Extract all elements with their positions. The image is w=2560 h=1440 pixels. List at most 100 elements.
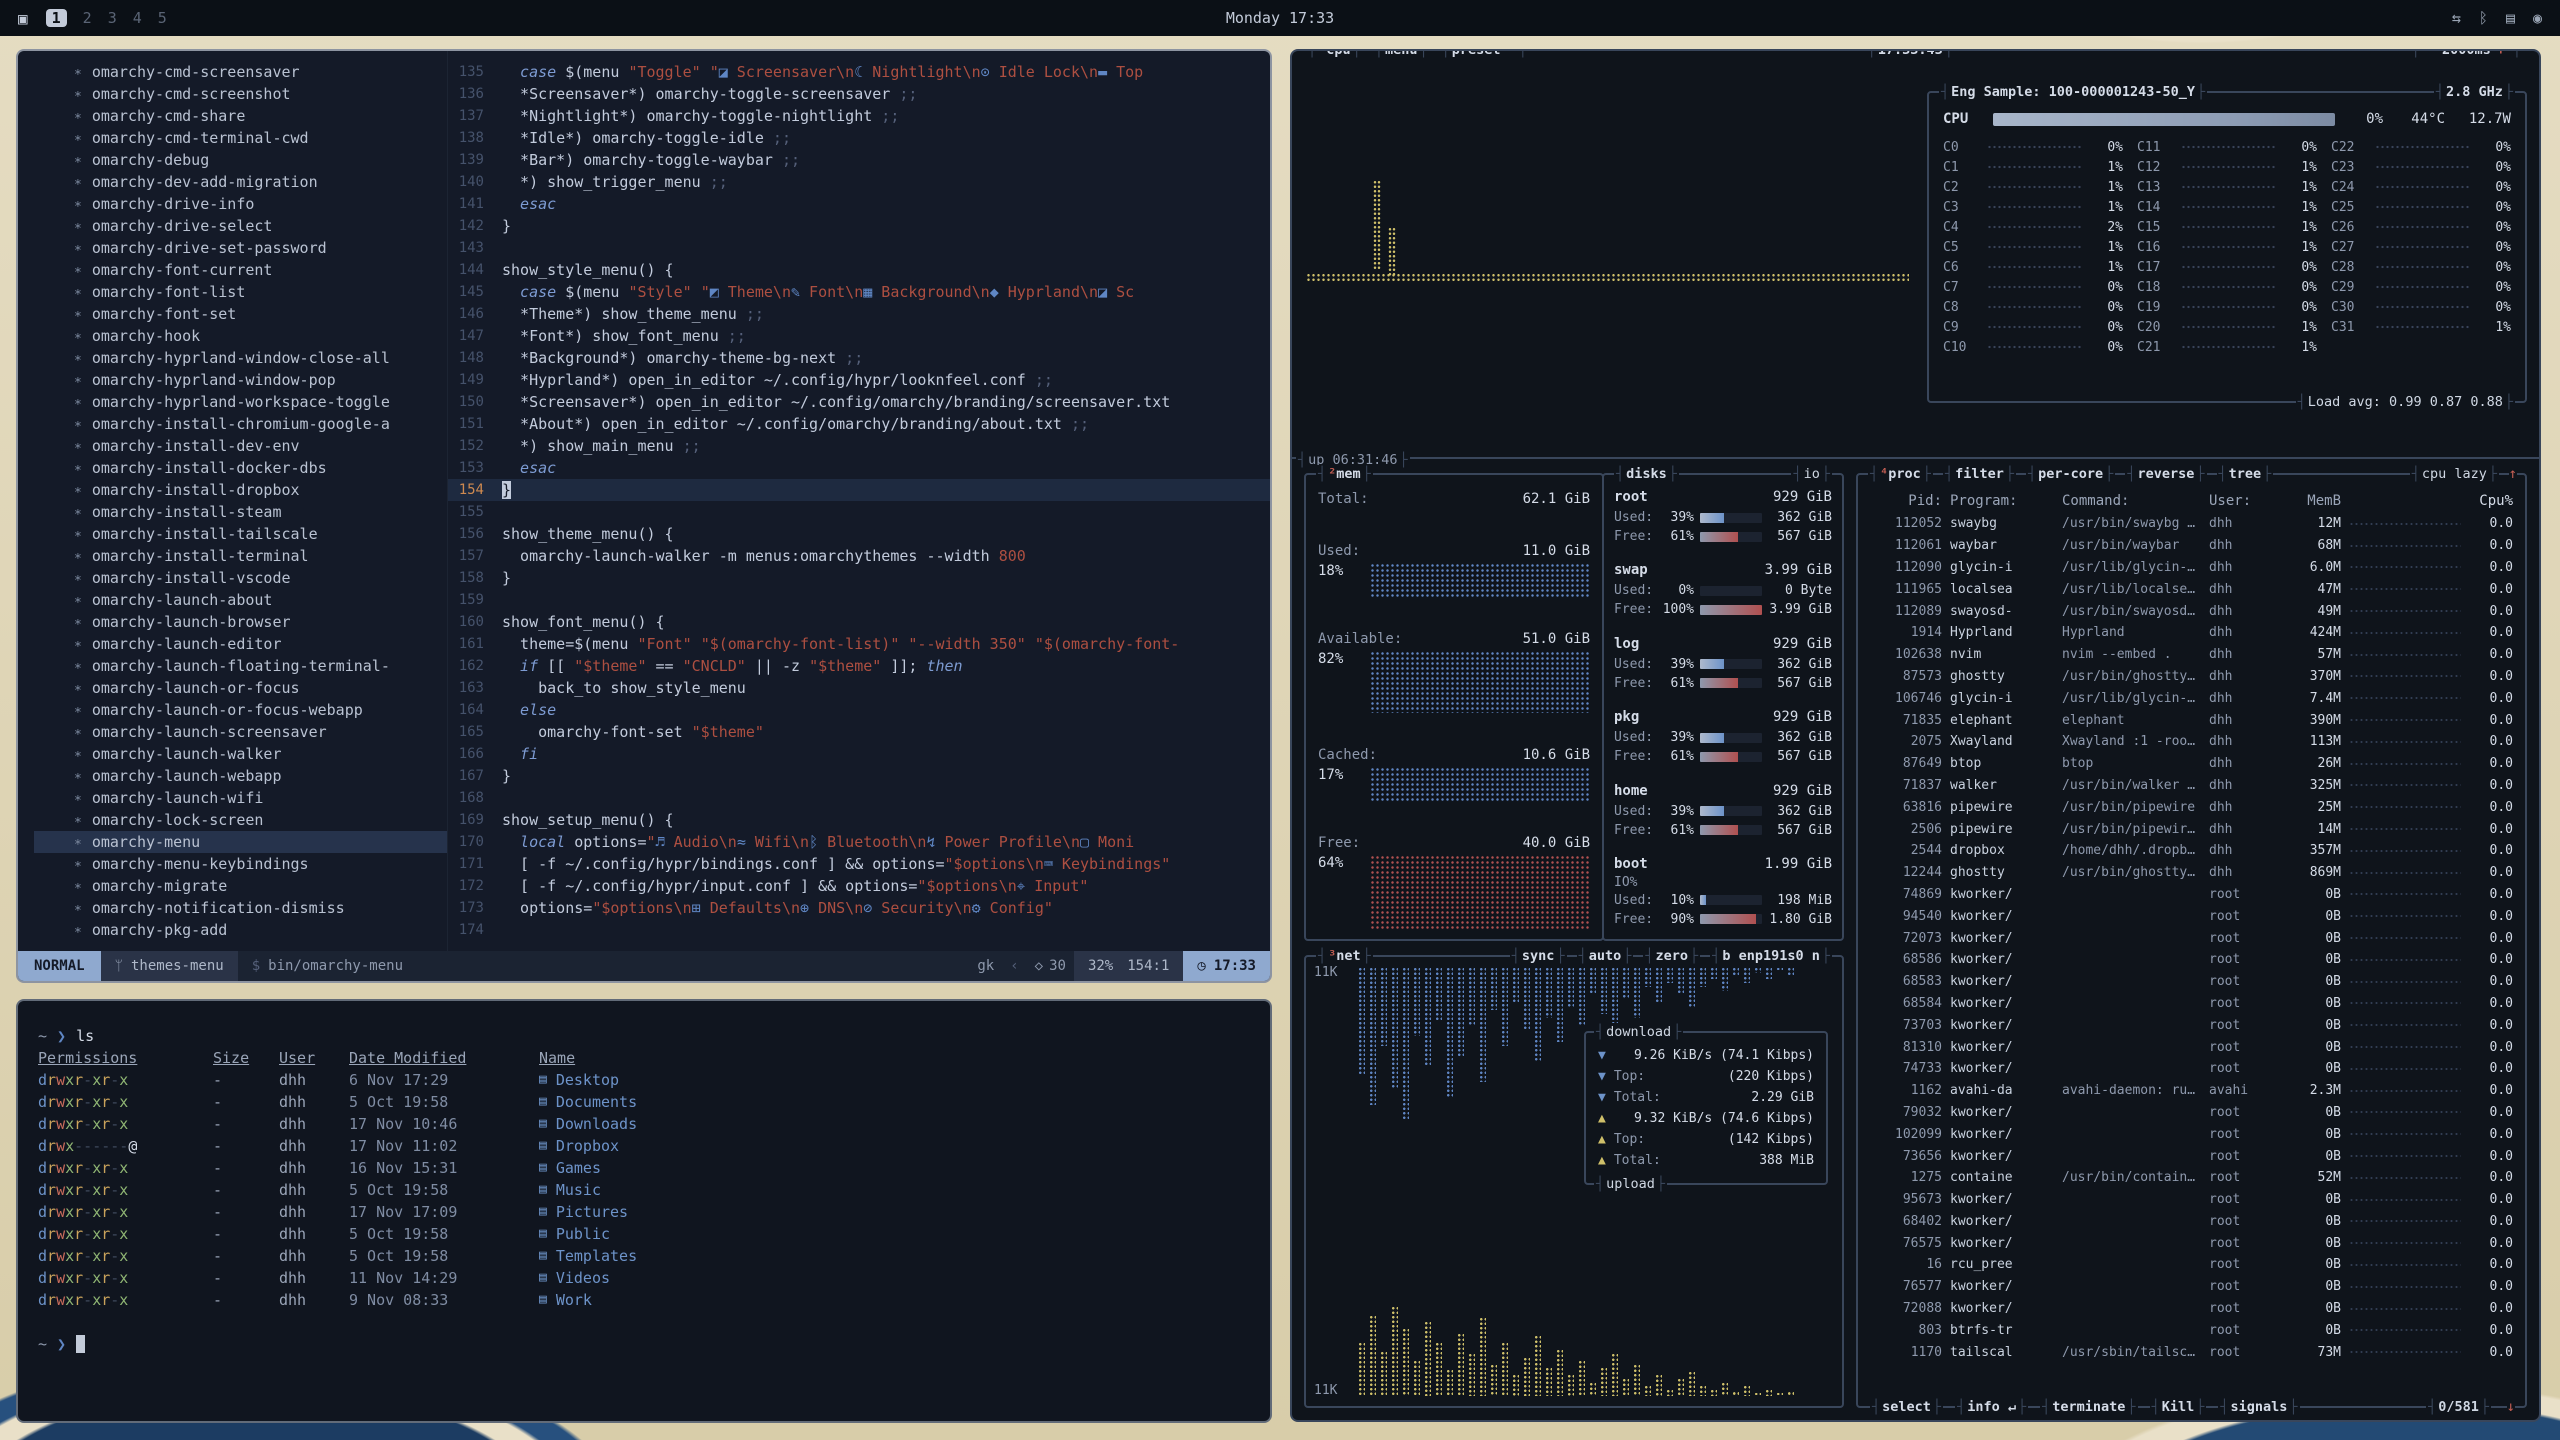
workspace-3[interactable]: 3 xyxy=(108,9,117,27)
net-button-zero[interactable]: zero xyxy=(1643,947,1700,965)
code-line[interactable]: 171 [ -f ~/.config/hypr/bindings.conf ] … xyxy=(448,853,1270,875)
file-item[interactable]: ∗omarchy-font-set xyxy=(74,303,447,325)
workspace-4[interactable]: 4 xyxy=(133,9,142,27)
launcher-icon[interactable]: ▣ xyxy=(18,9,28,28)
network-icon[interactable]: ▤ xyxy=(2506,9,2515,27)
code-line[interactable]: 152 *) show_main_menu ;; xyxy=(448,435,1270,457)
proc-row[interactable]: 76577kworker/root0B0.0 xyxy=(1858,1276,2525,1298)
proc-row[interactable]: 112061waybar/usr/bin/waybardhh68M0.0 xyxy=(1858,535,2525,557)
proc-button-filter[interactable]: filter xyxy=(1943,465,2016,483)
proc-footer-signals[interactable]: signals xyxy=(2218,1398,2299,1416)
proc-row[interactable]: 106746glycin-i/usr/lib/glycin-loadersdhh… xyxy=(1858,687,2525,709)
file-item[interactable]: ∗omarchy-migrate xyxy=(74,875,447,897)
file-item[interactable]: ∗omarchy-font-current xyxy=(74,259,447,281)
file-item[interactable]: ∗omarchy-drive-set-password xyxy=(74,237,447,259)
code-line[interactable]: 139 *Bar*) omarchy-toggle-waybar ;; xyxy=(448,149,1270,171)
proc-row[interactable]: 2544dropbox/home/dhh/.dropbox-distdhh357… xyxy=(1858,840,2525,862)
code-line[interactable]: 142} xyxy=(448,215,1270,237)
file-item[interactable]: ∗omarchy-pkg-add xyxy=(74,919,447,941)
proc-row[interactable]: 72073kworker/root0B0.0 xyxy=(1858,927,2525,949)
file-item[interactable]: ∗omarchy-install-tailscale xyxy=(74,523,447,545)
file-item[interactable]: ∗omarchy-cmd-screenshot xyxy=(74,83,447,105)
screencast-icon[interactable]: ⇆ xyxy=(2452,9,2461,27)
proc-row[interactable]: 73703kworker/root0B0.0 xyxy=(1858,1014,2525,1036)
proc-sort-mode[interactable]: cpu lazy xyxy=(2410,465,2499,483)
code-line[interactable]: 155 xyxy=(448,501,1270,523)
proc-footer-info[interactable]: info ↵ xyxy=(1955,1398,2028,1416)
proc-row[interactable]: 94540kworker/root0B0.0 xyxy=(1858,905,2525,927)
file-item[interactable]: ∗omarchy-install-dropbox xyxy=(74,479,447,501)
proc-row[interactable]: 74869kworker/root0B0.0 xyxy=(1858,884,2525,906)
proc-row[interactable]: 76575kworker/root0B0.0 xyxy=(1858,1232,2525,1254)
file-item[interactable]: ∗omarchy-launch-browser xyxy=(74,611,447,633)
file-item[interactable]: ∗omarchy-install-steam xyxy=(74,501,447,523)
workspace-5[interactable]: 5 xyxy=(158,9,167,27)
code-line[interactable]: 137 *Nightlight*) omarchy-toggle-nightli… xyxy=(448,105,1270,127)
code-line[interactable]: 170 local options="♬ Audio\n≈ Wifi\nᛒ Bl… xyxy=(448,831,1270,853)
code-line[interactable]: 148 *Background*) omarchy-theme-bg-next … xyxy=(448,347,1270,369)
proc-row[interactable]: 71837walker/usr/bin/walker --gappldhh325… xyxy=(1858,775,2525,797)
proc-row[interactable]: 102099kworker/root0B0.0 xyxy=(1858,1123,2525,1145)
code-line[interactable]: 172 [ -f ~/.config/hypr/input.conf ] && … xyxy=(448,875,1270,897)
proc-row[interactable]: 16rcu_preeroot0B0.0 xyxy=(1858,1254,2525,1276)
file-item[interactable]: ∗omarchy-hyprland-window-close-all xyxy=(74,347,447,369)
proc-row[interactable]: 68586kworker/root0B0.0 xyxy=(1858,949,2525,971)
proc-row[interactable]: 87649btopbtopdhh26M0.0 xyxy=(1858,753,2525,775)
proc-row[interactable]: 2506pipewire/usr/bin/pipewire-pulsedhh14… xyxy=(1858,818,2525,840)
proc-row[interactable]: 68402kworker/root0B0.0 xyxy=(1858,1211,2525,1233)
proc-row[interactable]: 71835elephantelephantdhh390M0.0 xyxy=(1858,709,2525,731)
file-item[interactable]: ∗omarchy-debug xyxy=(74,149,447,171)
code-line[interactable]: 167} xyxy=(448,765,1270,787)
code-line[interactable]: 166 fi xyxy=(448,743,1270,765)
proc-row[interactable]: 1914HyprlandHyprlanddhh424M0.0 xyxy=(1858,622,2525,644)
code-line[interactable]: 165 omarchy-font-set "$theme" xyxy=(448,721,1270,743)
proc-row[interactable]: 95673kworker/root0B0.0 xyxy=(1858,1189,2525,1211)
code-line[interactable]: 164 else xyxy=(448,699,1270,721)
code-line[interactable]: 154} xyxy=(448,479,1270,501)
bluetooth-icon[interactable]: ᛒ xyxy=(2479,9,2488,27)
file-item[interactable]: ∗omarchy-install-dev-env xyxy=(74,435,447,457)
code-line[interactable]: 135 case $(menu "Toggle" "◪ Screensaver\… xyxy=(448,61,1270,83)
file-item[interactable]: ∗omarchy-hyprland-workspace-toggle xyxy=(74,391,447,413)
proc-row[interactable]: 2075XwaylandXwayland :1 -rootless -dhh11… xyxy=(1858,731,2525,753)
file-item[interactable]: ∗omarchy-launch-editor xyxy=(74,633,447,655)
interval-plus-button[interactable]: + xyxy=(2497,49,2505,59)
proc-row[interactable]: 81310kworker/root0B0.0 xyxy=(1858,1036,2525,1058)
code-line[interactable]: 144show_style_menu() { xyxy=(448,259,1270,281)
btop-tab-cpu[interactable]: ¹cpu xyxy=(1306,49,1363,59)
git-branch[interactable]: ᛘ themes-menu xyxy=(101,951,238,981)
code-line[interactable]: 159 xyxy=(448,589,1270,611)
mem-title[interactable]: ²mem xyxy=(1316,465,1373,483)
code-line[interactable]: 156show_theme_menu() { xyxy=(448,523,1270,545)
code-line[interactable]: 174 xyxy=(448,919,1270,941)
file-item[interactable]: ∗omarchy-launch-floating-terminal- xyxy=(74,655,447,677)
file-item[interactable]: ∗omarchy-font-list xyxy=(74,281,447,303)
proc-row[interactable]: 72088kworker/root0B0.0 xyxy=(1858,1298,2525,1320)
proc-row[interactable]: 1162avahi-daavahi-daemon: running [avahi… xyxy=(1858,1080,2525,1102)
file-item[interactable]: ∗omarchy-launch-walker xyxy=(74,743,447,765)
file-item[interactable]: ∗omarchy-install-chromium-google-a xyxy=(74,413,447,435)
code-line[interactable]: 151 *About*) open_in_editor ~/.config/om… xyxy=(448,413,1270,435)
proc-button-reverse[interactable]: reverse xyxy=(2125,465,2206,483)
file-item[interactable]: ∗omarchy-drive-info xyxy=(74,193,447,215)
file-item[interactable]: ∗omarchy-cmd-terminal-cwd xyxy=(74,127,447,149)
file-item[interactable]: ∗omarchy-cmd-share xyxy=(74,105,447,127)
workspace-2[interactable]: 2 xyxy=(83,9,92,27)
btop-tab-preset[interactable]: preset * xyxy=(1440,49,1529,59)
file-item[interactable]: ∗omarchy-hyprland-window-pop xyxy=(74,369,447,391)
net-button-auto[interactable]: auto xyxy=(1577,947,1634,965)
code-line[interactable]: 140 *) show_trigger_menu ;; xyxy=(448,171,1270,193)
file-item[interactable]: ∗omarchy-menu-keybindings xyxy=(74,853,447,875)
interval-minus-button[interactable]: - xyxy=(2428,49,2436,59)
proc-row[interactable]: 1170tailscal/usr/sbin/tailscaled --root7… xyxy=(1858,1341,2525,1363)
code-line[interactable]: 147 *Font*) show_font_menu ;; xyxy=(448,325,1270,347)
disks-io-toggle[interactable]: io xyxy=(1791,465,1832,483)
code-line[interactable]: 169show_setup_menu() { xyxy=(448,809,1270,831)
proc-row[interactable]: 12244ghostty/usr/bin/ghostty --gtk-dhh86… xyxy=(1858,862,2525,884)
code-line[interactable]: 136 *Screensaver*) omarchy-toggle-screen… xyxy=(448,83,1270,105)
code-line[interactable]: 138 *Idle*) omarchy-toggle-idle ;; xyxy=(448,127,1270,149)
code-line[interactable]: 173 options="$options\n⊞ Defaults\n⊕ DNS… xyxy=(448,897,1270,919)
file-item[interactable]: ∗omarchy-hook xyxy=(74,325,447,347)
proc-row[interactable]: 112089swayosd-/usr/bin/swayosd-serverdhh… xyxy=(1858,600,2525,622)
file-item[interactable]: ∗omarchy-install-docker-dbs xyxy=(74,457,447,479)
